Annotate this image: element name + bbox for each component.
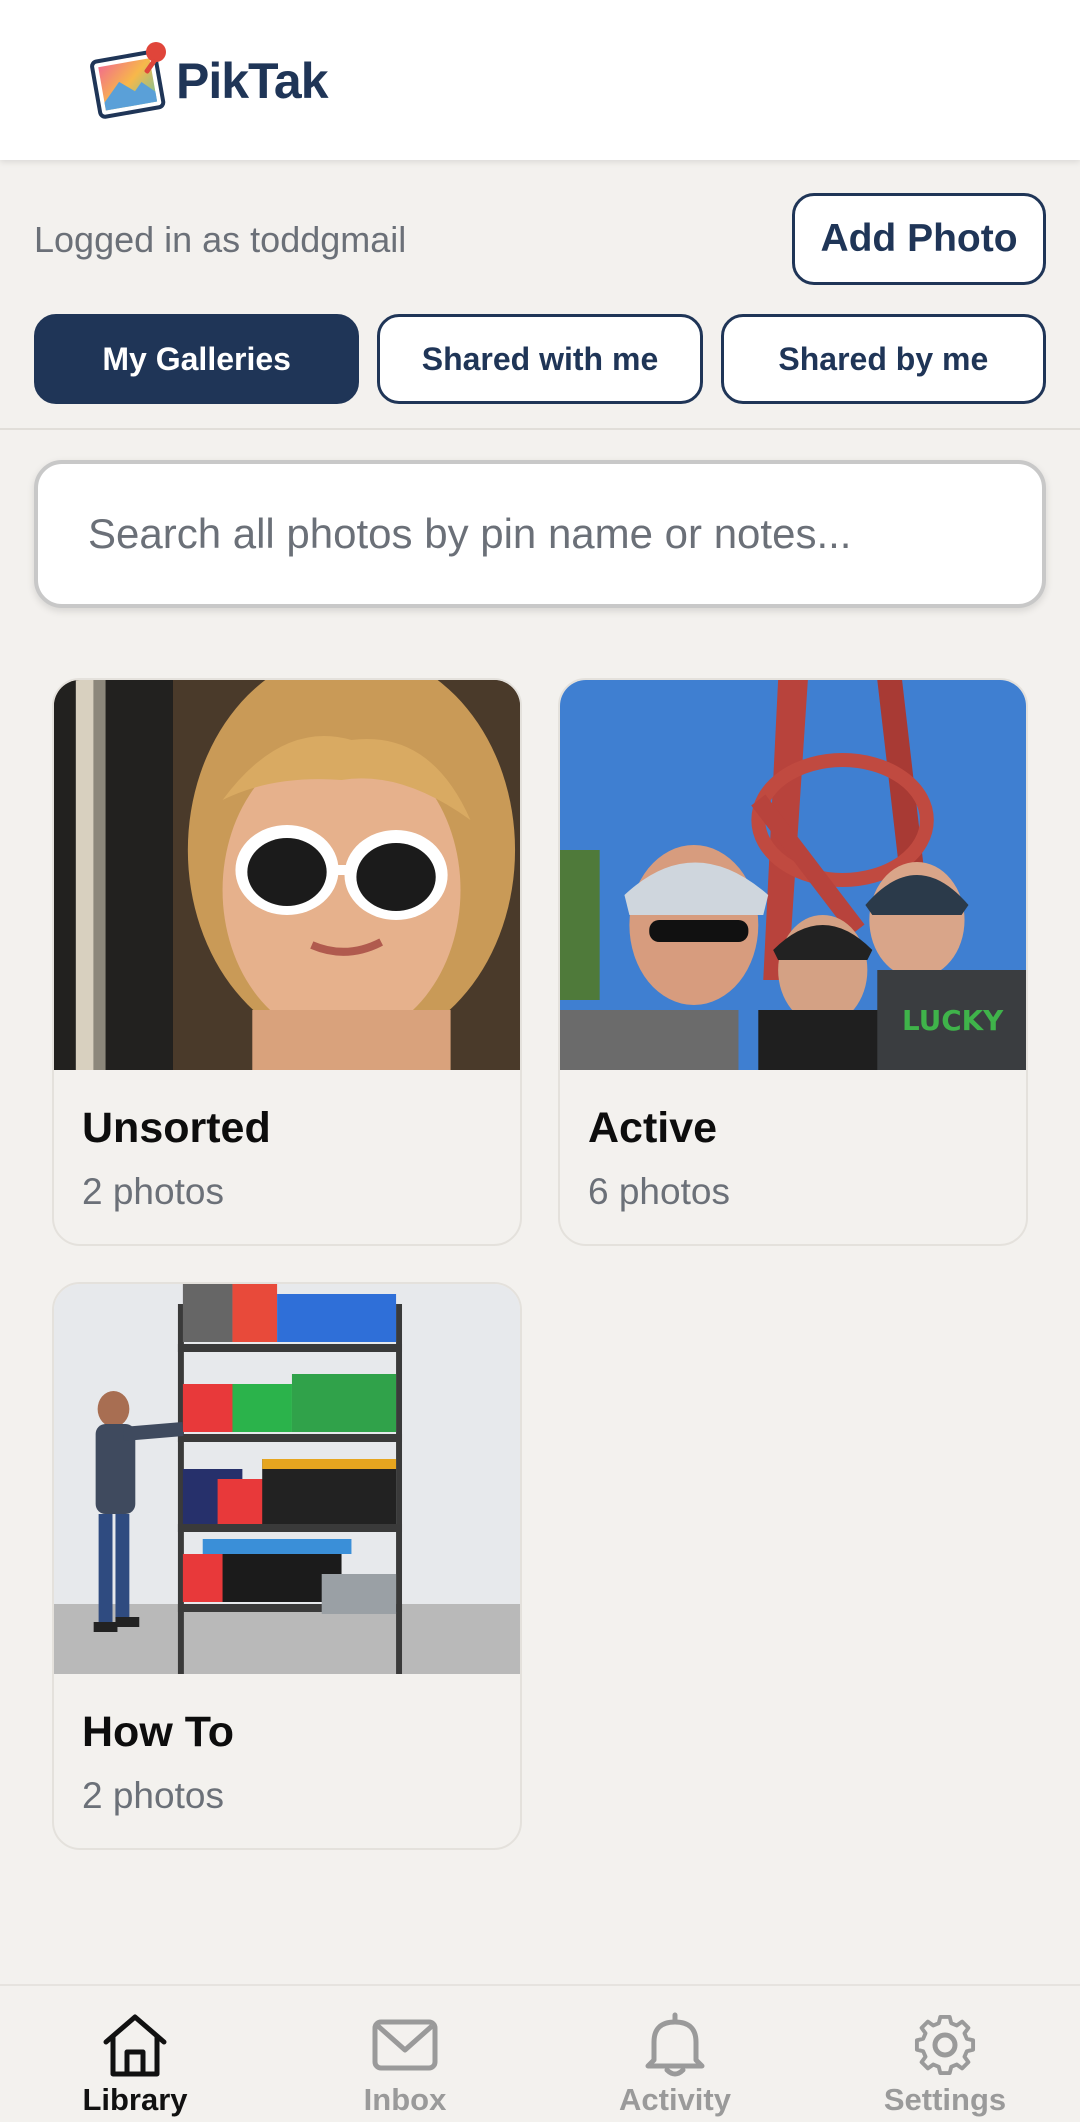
nav-library[interactable]: Library <box>0 1986 270 2122</box>
app-logo[interactable]: PikTak <box>90 38 328 124</box>
home-icon <box>103 2014 167 2077</box>
piktak-logo-icon <box>90 42 166 119</box>
gallery-photo-count: 2 photos <box>82 1775 224 1816</box>
app-header: PikTak <box>0 0 1080 160</box>
gallery-tabs: My Galleries Shared with me Shared by me <box>34 314 1046 404</box>
gear-icon <box>914 2014 976 2076</box>
gallery-thumbnail: LUCKY <box>560 680 1026 1070</box>
gallery-title: How To <box>82 1708 235 1756</box>
gallery-thumbnail <box>54 1284 520 1674</box>
gallery-card-how-to[interactable]: How To 2 photos <box>52 1282 522 1850</box>
nav-inbox[interactable]: Inbox <box>270 1986 540 2122</box>
logged-in-label: Logged in as toddgmail <box>34 219 407 260</box>
bottom-nav: Library Inbox Activity Settings <box>0 1984 1080 2122</box>
gallery-card-unsorted[interactable]: Unsorted 2 photos <box>52 678 522 1246</box>
nav-activity[interactable]: Activity <box>540 1986 810 2122</box>
tab-my-galleries[interactable]: My Galleries <box>34 314 360 404</box>
divider <box>0 428 1080 430</box>
nav-settings[interactable]: Settings <box>810 1986 1080 2122</box>
tab-shared-with-me[interactable]: Shared with me <box>377 314 703 404</box>
mail-icon <box>372 2019 438 2071</box>
add-photo-button[interactable]: Add Photo <box>792 193 1046 285</box>
svg-text:LUCKY: LUCKY <box>902 1004 1004 1037</box>
nav-label: Settings <box>883 2082 1007 2117</box>
nav-label: Library <box>82 2082 188 2117</box>
nav-label: Inbox <box>363 2082 447 2117</box>
gallery-thumbnail <box>54 680 520 1070</box>
gallery-title: Active <box>588 1104 718 1152</box>
gallery-card-active[interactable]: LUCKY Active 6 photos <box>558 678 1028 1246</box>
gallery-title: Unsorted <box>82 1104 271 1152</box>
app-name: PikTak <box>176 53 328 109</box>
account-row: Logged in as toddgmail Add Photo <box>34 193 1046 285</box>
nav-label: Activity <box>619 2082 731 2117</box>
bell-icon <box>645 2012 705 2077</box>
gallery-photo-count: 6 photos <box>588 1171 730 1212</box>
gallery-photo-count: 2 photos <box>82 1171 224 1212</box>
search-box <box>34 460 1046 608</box>
search-input[interactable] <box>88 464 988 604</box>
tab-shared-by-me[interactable]: Shared by me <box>720 314 1046 404</box>
